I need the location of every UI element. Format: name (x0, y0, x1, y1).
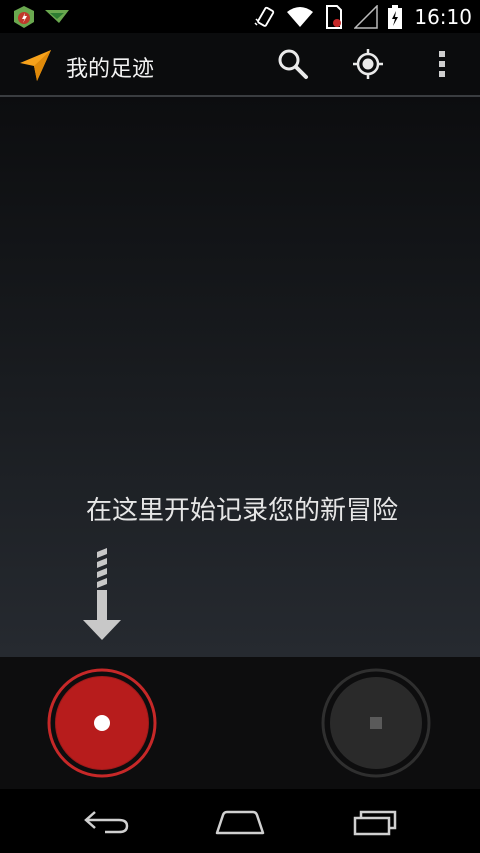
stop-icon (321, 668, 431, 778)
app-home-button[interactable] (18, 47, 54, 87)
navigation-arrow-icon (20, 50, 51, 81)
notification-icons (12, 5, 70, 29)
battery-charging-icon (388, 4, 403, 29)
recents-icon (353, 810, 397, 836)
record-icon (47, 668, 157, 778)
overflow-menu-button[interactable] (425, 47, 459, 81)
system-icons: 16:10 (254, 0, 472, 33)
page-title: 我的足迹 (66, 57, 155, 82)
back-button[interactable] (67, 797, 147, 847)
stop-button[interactable] (321, 668, 431, 778)
hint-arrow (82, 546, 122, 646)
recents-button[interactable] (335, 797, 415, 847)
record-button[interactable] (47, 668, 157, 778)
download-notification-icon (45, 10, 69, 23)
status-bar: 16:10 (0, 0, 480, 33)
status-clock: 16:10 (414, 4, 472, 29)
home-icon (215, 810, 265, 835)
signal-icon (354, 4, 379, 29)
gps-locate-icon (353, 49, 383, 79)
back-icon (84, 811, 129, 834)
down-arrow-icon (83, 548, 121, 640)
action-bar: 我的足迹 (0, 33, 480, 97)
start-hint-text: 在这里开始记录您的新冒险 (86, 496, 399, 526)
app-notification-icon (14, 6, 34, 28)
home-button[interactable] (200, 797, 280, 847)
locate-button[interactable] (351, 47, 385, 81)
vibrate-icon (254, 6, 275, 27)
system-navigation-bar (0, 789, 480, 853)
map-content-area (0, 97, 480, 657)
sim-card-icon (326, 4, 343, 29)
search-button[interactable] (276, 47, 310, 81)
overflow-menu-icon (439, 51, 445, 77)
search-icon (278, 49, 308, 79)
wifi-icon (287, 6, 314, 27)
